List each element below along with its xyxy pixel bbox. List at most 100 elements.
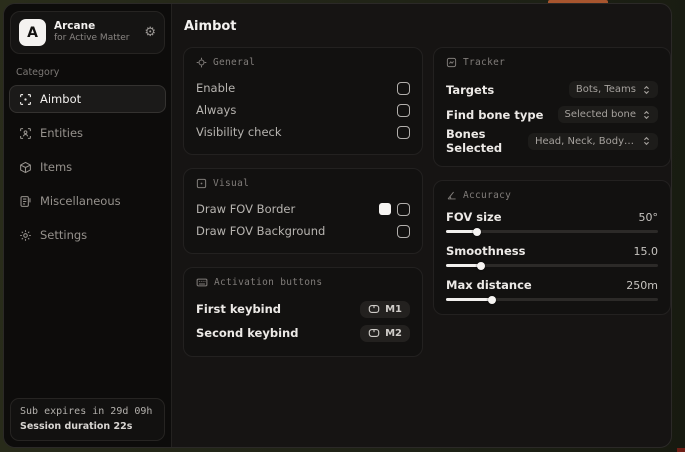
app-subtitle: for Active Matter — [54, 33, 130, 44]
app-header: A Arcane for Active Matter ⚙ — [10, 11, 165, 54]
max-distance-slider[interactable] — [446, 295, 658, 304]
cube-icon — [18, 160, 32, 174]
always-checkbox[interactable] — [397, 103, 410, 117]
find-bone-type-select[interactable]: Selected bone — [557, 106, 658, 123]
visibility-check-checkbox[interactable] — [397, 125, 410, 139]
slider-thumb[interactable] — [476, 261, 485, 270]
card-title: Activation buttons — [214, 277, 323, 288]
second-keybind-button[interactable]: M2 — [360, 324, 410, 342]
slider-value: 50° — [638, 210, 659, 224]
sidebar-item-aimbot[interactable]: Aimbot — [9, 85, 166, 113]
draw-fov-background-checkbox[interactable] — [397, 224, 410, 238]
toggle-row-always: Always — [196, 99, 410, 121]
select-label: Bones Selected — [446, 127, 503, 155]
category-label: Category — [16, 67, 60, 78]
card-title: Tracker — [463, 57, 506, 68]
keyboard-icon — [196, 277, 208, 288]
sidebar-item-miscellaneous[interactable]: Miscellaneous — [9, 187, 166, 215]
keybind-row-first: First keybind M1 — [196, 297, 410, 321]
radar-icon — [446, 57, 457, 68]
smoothness-slider[interactable] — [446, 261, 658, 270]
toggle-row-draw-fov-background: Draw FOV Background — [196, 220, 410, 242]
keybind-value: M2 — [385, 327, 402, 339]
targets-select[interactable]: Bots, Teams — [568, 81, 658, 98]
slider-row-max-distance: Max distance 250m — [446, 278, 658, 304]
settings-gear-icon[interactable]: ⚙ — [144, 26, 156, 39]
angle-icon — [446, 190, 457, 201]
select-value: Head, Neck, Body, Pe.. — [535, 135, 636, 147]
general-card: General Enable Always Visibility check — [183, 47, 423, 155]
select-row-bones-selected: Bones Selected Head, Neck, Body, Pe.. — [446, 127, 658, 155]
unfold-icon — [644, 85, 649, 94]
toggle-row-enable: Enable — [196, 77, 410, 99]
accuracy-card: Accuracy FOV size 50° Smoothness 15.0 Ma… — [433, 180, 671, 315]
list-icon — [18, 194, 32, 208]
keybind-label: First keybind — [196, 302, 282, 316]
mouse-icon — [368, 305, 380, 313]
enable-checkbox[interactable] — [397, 81, 410, 95]
game-background-red-patch — [677, 448, 685, 452]
unfold-icon — [644, 136, 649, 146]
crosshair-scan-icon — [18, 92, 32, 106]
keybind-value: M1 — [385, 303, 402, 315]
select-row-find-bone-type: Find bone type Selected bone — [446, 102, 658, 127]
slider-label: FOV size — [446, 210, 502, 224]
sidebar-item-settings[interactable]: Settings — [9, 221, 166, 249]
toggle-row-visibility-check: Visibility check — [196, 121, 410, 143]
keybind-row-second: Second keybind M2 — [196, 321, 410, 345]
sidebar-item-entities[interactable]: Entities — [9, 119, 166, 147]
toggle-label: Always — [196, 103, 237, 117]
card-title: Visual — [213, 178, 250, 189]
keybind-label: Second keybind — [196, 326, 299, 340]
mouse-icon — [368, 329, 380, 337]
sidebar: A Arcane for Active Matter ⚙ Category Ai… — [4, 4, 172, 447]
sidebar-item-label: Aimbot — [40, 92, 82, 106]
draw-fov-border-checkbox[interactable] — [397, 202, 410, 216]
app-name: Arcane — [54, 20, 96, 33]
toggle-row-draw-fov-border: Draw FOV Border — [196, 198, 410, 220]
app-logo: A — [19, 19, 46, 46]
sub-expires-text: Sub expires in 29d 09h — [20, 406, 153, 417]
slider-row-smoothness: Smoothness 15.0 — [446, 244, 659, 270]
slider-label: Max distance — [446, 278, 532, 292]
first-keybind-button[interactable]: M1 — [360, 300, 410, 318]
subscription-info-box: Sub expires in 29d 09h Session duration … — [10, 398, 165, 441]
select-label: Targets — [446, 82, 495, 97]
bones-selected-select[interactable]: Head, Neck, Body, Pe.. — [528, 132, 658, 150]
cheat-menu-window: A Arcane for Active Matter ⚙ Category Ai… — [3, 3, 672, 448]
sidebar-item-items[interactable]: Items — [9, 153, 166, 181]
fov-border-color-swatch[interactable] — [379, 203, 391, 215]
sidebar-item-label: Miscellaneous — [40, 194, 121, 208]
card-title: Accuracy — [463, 190, 512, 201]
image-frame-icon — [196, 178, 207, 189]
person-scan-icon — [18, 126, 32, 140]
sidebar-item-label: Items — [40, 160, 73, 174]
card-title: General — [213, 57, 256, 68]
select-label: Find bone type — [446, 107, 544, 122]
toggle-label: Visibility check — [196, 125, 282, 139]
toggle-label: Enable — [196, 81, 236, 95]
unfold-icon — [644, 110, 649, 119]
toggle-label: Draw FOV Border — [196, 202, 296, 216]
main-content: Aimbot General Enable Always Visibility … — [172, 4, 671, 447]
select-row-targets: Targets Bots, Teams — [446, 77, 658, 102]
slider-thumb[interactable] — [487, 295, 496, 304]
session-duration-text: Session duration 22s — [20, 421, 133, 432]
fov-size-slider[interactable] — [446, 227, 658, 236]
sidebar-nav: Aimbot Entities Items Miscellaneous Sett… — [4, 85, 171, 249]
select-value: Selected bone — [564, 109, 636, 120]
tracker-card: Tracker Targets Bots, Teams Find bone ty… — [433, 47, 671, 167]
slider-value: 15.0 — [633, 244, 659, 258]
slider-value: 250m — [626, 278, 658, 292]
slider-label: Smoothness — [446, 244, 526, 258]
select-value: Bots, Teams — [575, 84, 636, 95]
visual-card: Visual Draw FOV Border Draw FOV Backgrou… — [183, 168, 423, 254]
slider-thumb[interactable] — [472, 227, 481, 236]
activation-buttons-card: Activation buttons First keybind M1 Seco… — [183, 267, 423, 357]
gear-icon — [18, 228, 32, 242]
toggle-label: Draw FOV Background — [196, 224, 326, 238]
slider-row-fov-size: FOV size 50° — [446, 210, 659, 236]
sidebar-item-label: Entities — [40, 126, 84, 140]
sidebar-item-label: Settings — [40, 228, 88, 242]
page-title: Aimbot — [184, 19, 237, 34]
